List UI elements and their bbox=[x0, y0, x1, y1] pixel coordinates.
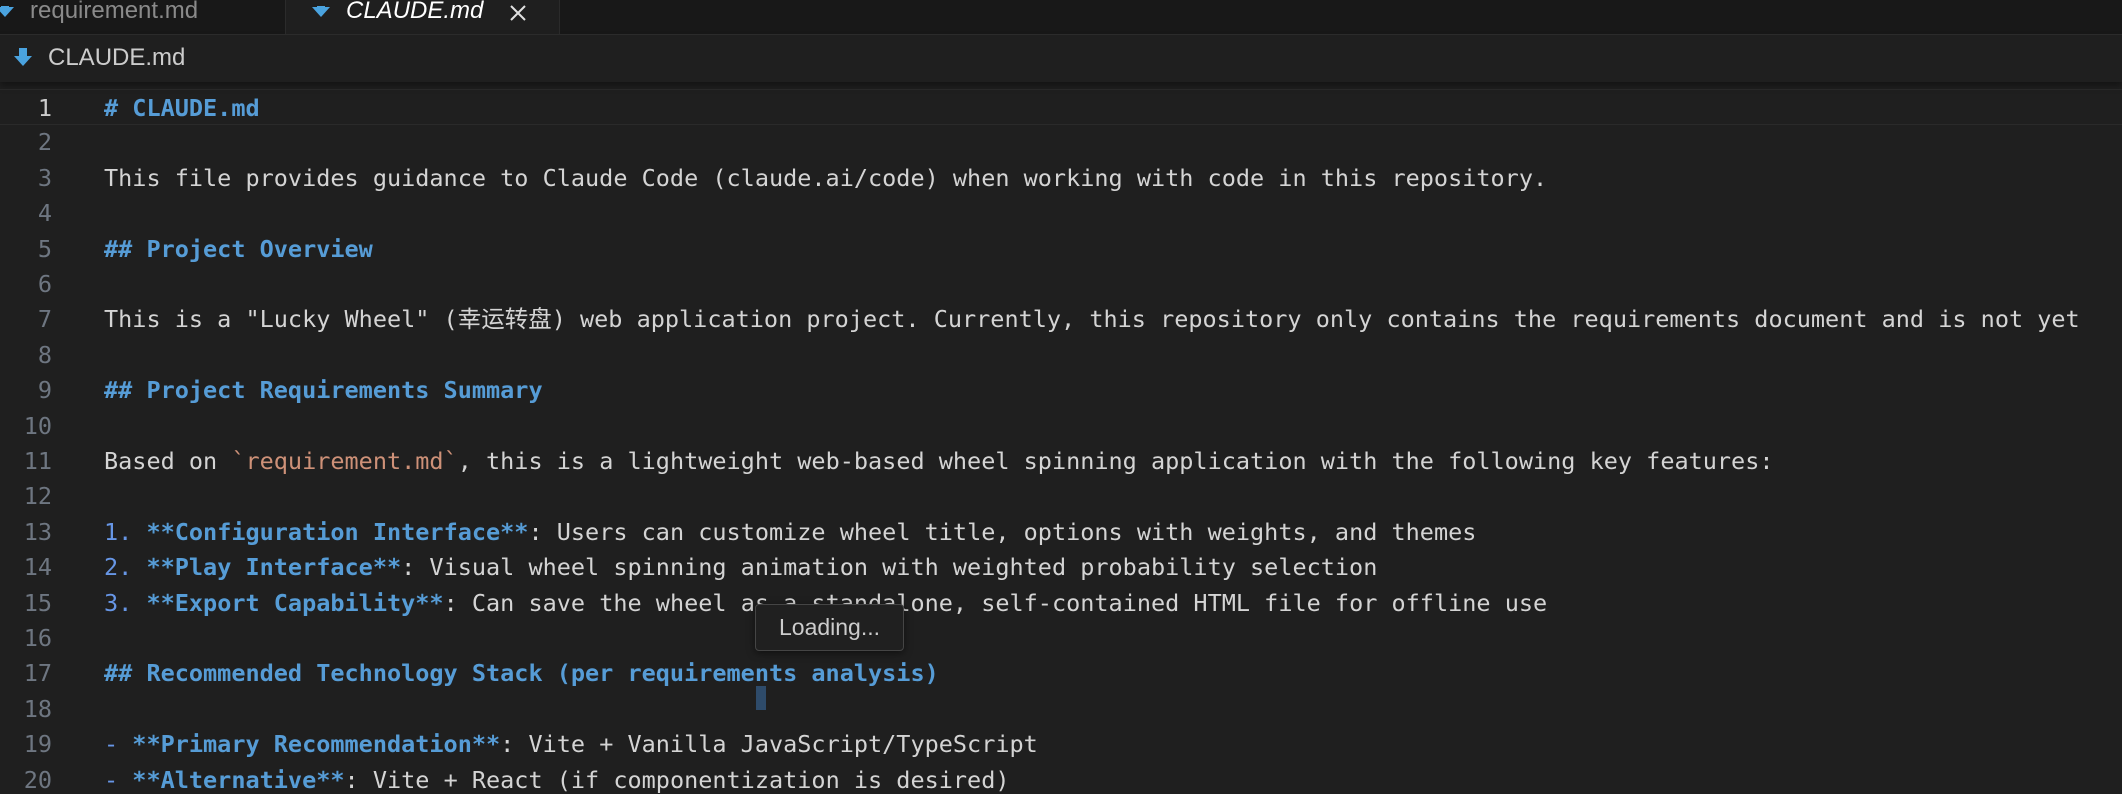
code-text: - **Primary Recommendation**: Vite + Van… bbox=[104, 726, 1038, 762]
markdown-icon bbox=[14, 48, 32, 66]
code-line[interactable]: 16 bbox=[0, 620, 2122, 656]
line-number[interactable]: 16 bbox=[0, 620, 52, 656]
code-token: - bbox=[104, 730, 133, 759]
editor-window: requirement.md CLAUDE.md CLAUDE.md 1 # CL… bbox=[0, 0, 2122, 794]
code-text: ## Project Requirements Summary bbox=[104, 372, 543, 408]
code-token: 2. bbox=[104, 553, 147, 582]
line-number[interactable]: 10 bbox=[0, 408, 52, 444]
code-text: 1. **Configuration Interface**: Users ca… bbox=[104, 514, 1476, 550]
line-number[interactable]: 13 bbox=[0, 514, 52, 550]
code-token: ## Project Requirements Summary bbox=[104, 376, 543, 405]
code-line[interactable]: 17 ## Recommended Technology Stack (per r… bbox=[0, 655, 2122, 691]
code-token: - bbox=[104, 765, 133, 794]
code-line[interactable]: 13 1. **Configuration Interface**: Users … bbox=[0, 514, 2122, 550]
code-line[interactable]: 7 This is a "Lucky Wheel" (幸运转盘) web appl… bbox=[0, 301, 2122, 337]
code-text: ## Project Overview bbox=[104, 231, 373, 267]
code-token: : Vite + Vanilla JavaScript/TypeScript bbox=[500, 730, 1038, 759]
line-number[interactable]: 9 bbox=[0, 372, 52, 408]
code-text: Based on `requirement.md`, this is a lig… bbox=[104, 443, 1774, 479]
code-line[interactable]: 19 - **Primary Recommendation**: Vite + V… bbox=[0, 726, 2122, 762]
line-number[interactable]: 20 bbox=[0, 762, 52, 794]
tab-bar: requirement.md CLAUDE.md bbox=[0, 0, 2122, 35]
code-token: **Export Capability** bbox=[146, 588, 444, 617]
line-number[interactable]: 14 bbox=[0, 549, 52, 585]
code-token: # CLAUDE.md bbox=[104, 94, 260, 122]
code-editor[interactable]: 1 # CLAUDE.md 2 3 This file provides guidanc… bbox=[0, 82, 2122, 794]
line-number[interactable]: 17 bbox=[0, 655, 52, 691]
code-line[interactable]: 5 ## Project Overview bbox=[0, 231, 2122, 267]
code-token: **Alternative** bbox=[132, 765, 345, 794]
code-token: **Play Interface** bbox=[146, 553, 402, 582]
code-token: `requirement.md` bbox=[231, 447, 458, 475]
code-text: # CLAUDE.md bbox=[104, 90, 260, 126]
line-number[interactable]: 19 bbox=[0, 726, 52, 762]
code-token: This is a "Lucky Wheel" (幸运转盘) web appli… bbox=[104, 305, 2080, 334]
line-number[interactable]: 7 bbox=[0, 301, 52, 337]
code-text: 2. **Play Interface**: Visual wheel spin… bbox=[104, 549, 1377, 585]
code-line[interactable]: 9 ## Project Requirements Summary bbox=[0, 372, 2122, 408]
code-line[interactable]: 11 Based on `requirement.md`, this is a l… bbox=[0, 443, 2122, 479]
markdown-icon bbox=[312, 6, 330, 17]
code-line[interactable]: 12 bbox=[0, 478, 2122, 514]
tab-requirement-md[interactable]: requirement.md bbox=[0, 0, 286, 34]
line-number[interactable]: 4 bbox=[0, 195, 52, 231]
line-number[interactable]: 8 bbox=[0, 337, 52, 373]
line-number[interactable]: 15 bbox=[0, 585, 52, 621]
line-number[interactable]: 5 bbox=[0, 231, 52, 267]
code-token: **Primary Recommendation** bbox=[132, 730, 501, 759]
text-cursor bbox=[756, 686, 766, 710]
line-number[interactable]: 2 bbox=[0, 124, 52, 160]
code-line[interactable]: 3 This file provides guidance to Claude C… bbox=[0, 160, 2122, 196]
code-text: - **Alternative**: Vite + React (if comp… bbox=[104, 762, 1010, 794]
code-line[interactable]: 6 bbox=[0, 266, 2122, 302]
code-token: ## Project Overview bbox=[104, 234, 373, 263]
line-number[interactable]: 18 bbox=[0, 691, 52, 727]
code-token: : Visual wheel spinning animation with w… bbox=[401, 553, 1378, 582]
code-token: This file provides guidance to Claude Co… bbox=[104, 163, 1548, 192]
line-number[interactable]: 3 bbox=[0, 160, 52, 196]
code-line[interactable]: 10 bbox=[0, 408, 2122, 444]
tab-claude-md[interactable]: CLAUDE.md bbox=[286, 0, 560, 34]
code-token: , this is a lightweight web-based wheel … bbox=[457, 447, 1774, 475]
line-number[interactable]: 12 bbox=[0, 478, 52, 514]
code-token: 3. bbox=[104, 588, 147, 617]
line-number[interactable]: 6 bbox=[0, 266, 52, 302]
code-token: Based on bbox=[104, 447, 232, 475]
code-text: This is a "Lucky Wheel" (幸运转盘) web appli… bbox=[104, 301, 2080, 337]
breadcrumb: CLAUDE.md bbox=[0, 34, 2122, 82]
code-line[interactable]: 18 bbox=[0, 691, 2122, 727]
code-line[interactable]: 1 # CLAUDE.md bbox=[0, 89, 2122, 125]
code-line[interactable]: 8 bbox=[0, 337, 2122, 373]
markdown-icon bbox=[0, 6, 14, 17]
code-token: : Can save the wheel as a standalone, se… bbox=[443, 588, 1548, 617]
code-token: 1. bbox=[104, 517, 147, 546]
code-line[interactable]: 20 - **Alternative**: Vite + React (if co… bbox=[0, 762, 2122, 794]
code-line[interactable]: 2 bbox=[0, 124, 2122, 160]
tab-label: CLAUDE.md bbox=[346, 0, 484, 24]
line-number[interactable]: 11 bbox=[0, 443, 52, 479]
code-text: This file provides guidance to Claude Co… bbox=[104, 160, 1547, 196]
code-token: ## Recommended Technology Stack (per req… bbox=[104, 659, 939, 688]
code-line[interactable]: 15 3. **Export Capability**: Can save the… bbox=[0, 585, 2122, 621]
code-token: **Configuration Interface** bbox=[146, 517, 529, 546]
code-token: : Vite + React (if componentization is d… bbox=[344, 765, 1010, 794]
close-icon[interactable] bbox=[505, 0, 531, 26]
breadcrumb-file[interactable]: CLAUDE.md bbox=[48, 44, 185, 72]
code-line[interactable]: 14 2. **Play Interface**: Visual wheel sp… bbox=[0, 549, 2122, 585]
loading-tooltip: Loading... bbox=[755, 604, 904, 651]
code-line[interactable]: 4 bbox=[0, 195, 2122, 231]
tab-label: requirement.md bbox=[30, 0, 199, 24]
code-token: : Users can customize wheel title, optio… bbox=[528, 517, 1477, 546]
code-text: ## Recommended Technology Stack (per req… bbox=[104, 655, 939, 691]
line-number[interactable]: 1 bbox=[0, 90, 52, 126]
